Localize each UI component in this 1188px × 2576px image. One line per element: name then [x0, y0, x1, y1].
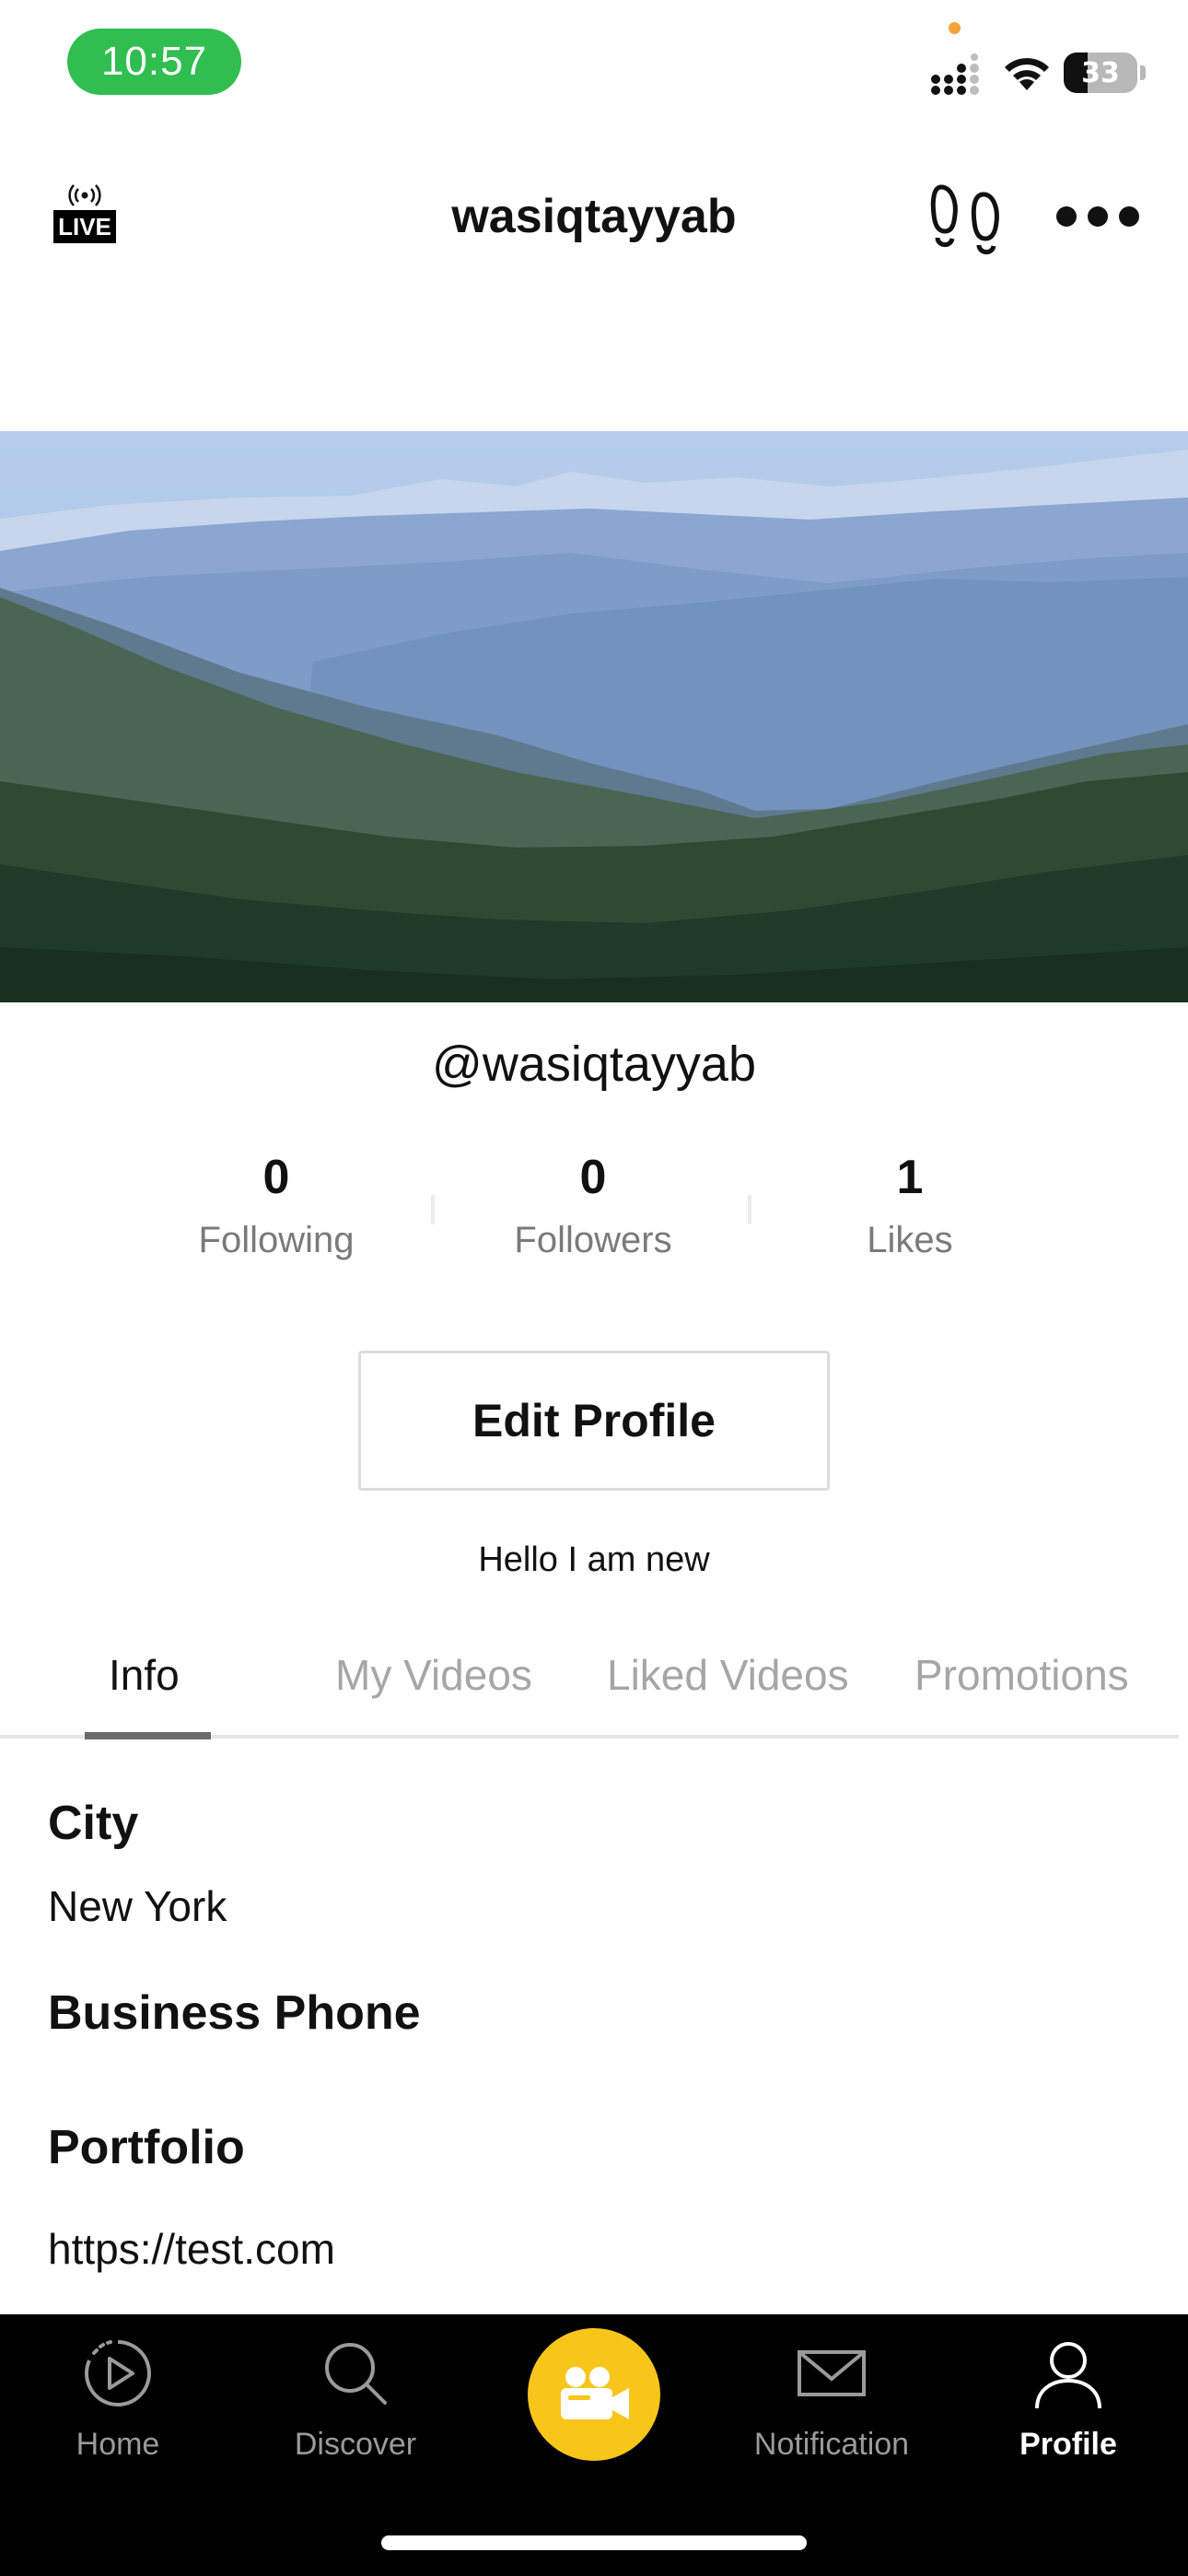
stat-value: 1 [896, 1151, 924, 1204]
portfolio-label: Portfolio [48, 2121, 245, 2174]
nav-profile-label: Profile [1019, 2427, 1117, 2462]
nav-discover-label: Discover [294, 2427, 417, 2462]
cellular-signal-icon [931, 53, 979, 95]
live-button[interactable]: LIVE [48, 184, 122, 249]
profile-bio: Hello I am new [478, 1540, 710, 1579]
tab-liked-videos[interactable]: Liked Videos [607, 1645, 849, 1704]
battery-icon: 33 [1064, 53, 1137, 93]
portfolio-link[interactable]: https://test.com [48, 2220, 335, 2277]
nav-discover[interactable]: Discover [254, 2336, 457, 2465]
footprints-icon[interactable] [930, 180, 1004, 258]
home-indicator [381, 2535, 807, 2550]
record-video-button[interactable] [528, 2328, 660, 2461]
stat-value: 0 [262, 1151, 290, 1204]
search-icon [325, 2343, 387, 2405]
person-icon [1035, 2342, 1101, 2409]
nav-home-label: Home [76, 2427, 160, 2462]
stat-followers[interactable]: 0 Followers [455, 1147, 731, 1269]
nav-profile[interactable]: Profile [967, 2336, 1170, 2465]
stat-following[interactable]: 0 Following [138, 1147, 414, 1269]
play-circle-icon [84, 2340, 151, 2406]
tab-my-videos[interactable]: My Videos [335, 1645, 532, 1704]
more-options-icon[interactable] [1054, 205, 1141, 228]
battery-nub [1140, 65, 1146, 80]
live-label: LIVE [53, 210, 116, 243]
stat-likes[interactable]: 1 Likes [772, 1147, 1048, 1269]
stat-label: Likes [867, 1220, 953, 1260]
city-value: New York [48, 1882, 227, 1930]
city-label: City [48, 1797, 139, 1850]
envelope-icon [798, 2350, 866, 2396]
page-title: wasiqtayyab [451, 190, 737, 243]
tab-info[interactable]: Info [109, 1645, 180, 1704]
active-tab-indicator [85, 1732, 211, 1739]
broadcast-icon [68, 184, 101, 206]
wifi-icon [1005, 58, 1049, 90]
stat-label: Following [198, 1220, 355, 1260]
cover-photo [0, 431, 1188, 1002]
stat-divider [431, 1195, 435, 1224]
battery-level: 33 [1081, 56, 1120, 89]
nav-notification[interactable]: Notification [730, 2336, 933, 2465]
stat-label: Followers [514, 1220, 672, 1260]
privacy-indicator-dot [949, 22, 961, 34]
stat-divider [748, 1195, 751, 1224]
video-camera-icon [561, 2367, 629, 2419]
nav-home[interactable]: Home [17, 2336, 219, 2465]
profile-handle: @wasiqtayyab [432, 1036, 756, 1092]
business-phone-label: Business Phone [48, 1986, 421, 2040]
stat-value: 0 [579, 1151, 607, 1204]
edit-profile-button[interactable]: Edit Profile [358, 1351, 830, 1491]
nav-notification-label: Notification [753, 2427, 910, 2462]
status-time: 10:57 [67, 29, 241, 95]
tab-promotions[interactable]: Promotions [914, 1645, 1129, 1704]
